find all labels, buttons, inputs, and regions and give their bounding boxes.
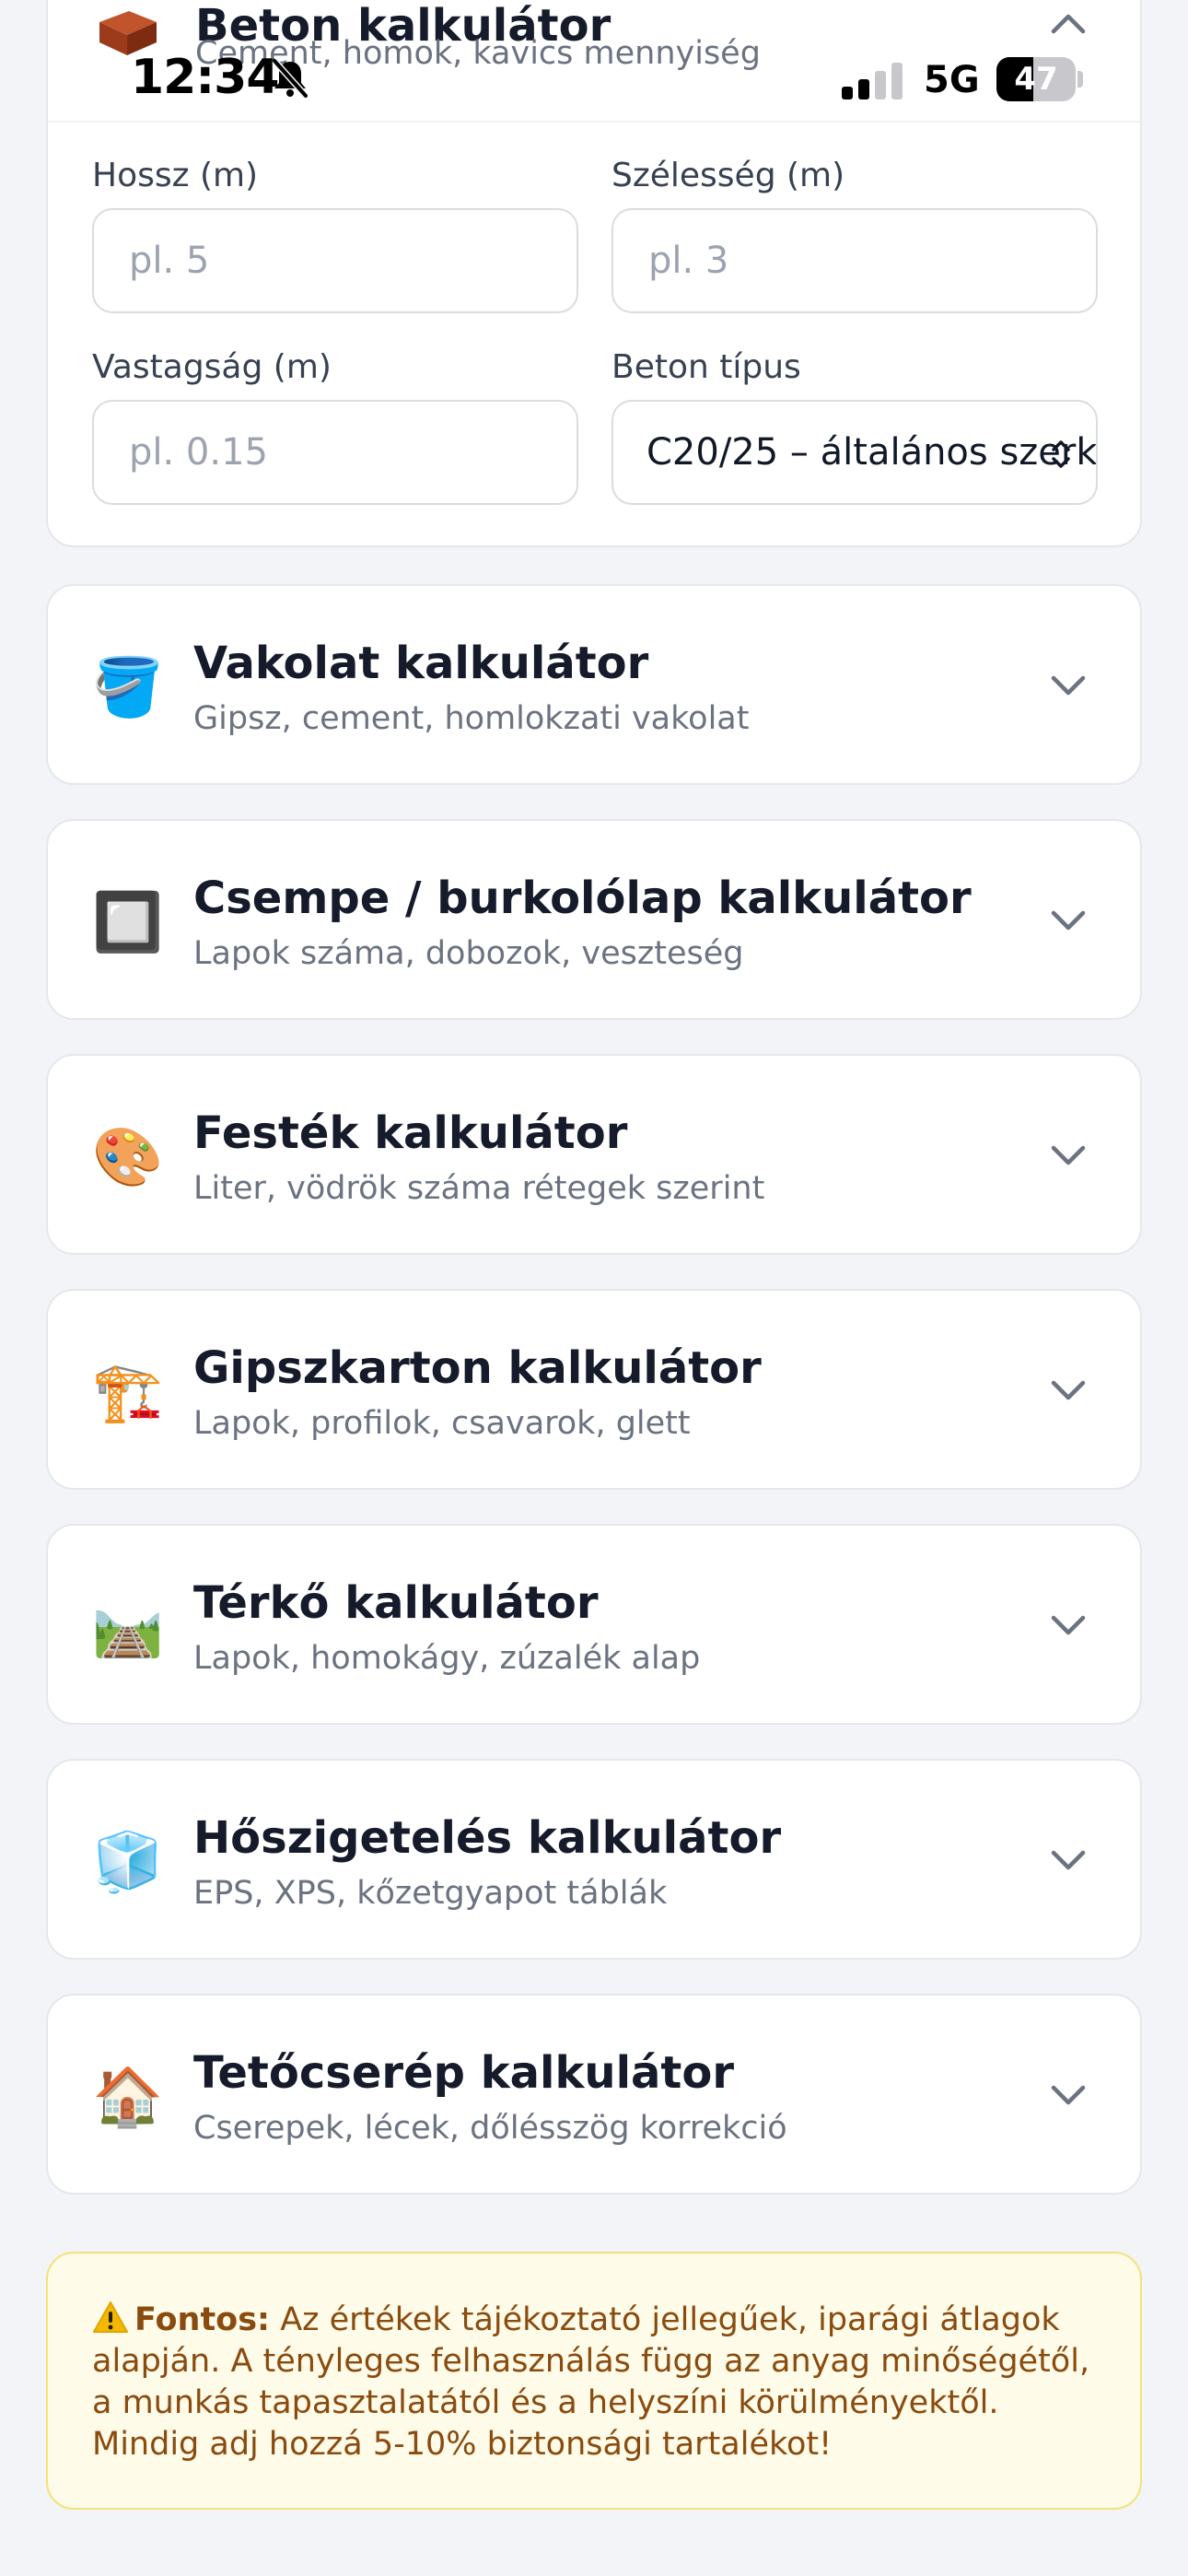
chevron-down-icon[interactable] <box>1046 669 1090 702</box>
network-type: 5G <box>924 59 980 101</box>
calculator-subtitle: EPS, XPS, kőzetgyapot táblák <box>193 1875 668 1912</box>
calculator-title: Tetőcserép kalkulátor <box>193 2047 735 2099</box>
calculator-title: Csempe / burkolólap kalkulátor <box>193 872 972 924</box>
calculator-card[interactable]: 🏠 Tetőcserép kalkulátor Cserepek, lécek, d… <box>46 1994 1142 2195</box>
width-label: Szélesség (m) <box>611 157 845 194</box>
thickness-label: Vastagság (m) <box>92 348 332 386</box>
calculator-title: Vakolat kalkulátor <box>193 638 649 689</box>
length-label: Hossz (m) <box>92 157 259 194</box>
chevron-down-icon[interactable] <box>1046 1374 1090 1407</box>
warning-label: Fontos: <box>134 2301 271 2338</box>
house-icon: 🏠 <box>92 2063 164 2130</box>
chevron-down-icon[interactable] <box>1046 2078 1090 2112</box>
calculator-card[interactable]: 🪣 Vakolat kalkulátor Gipsz, cement, homlok… <box>46 584 1142 785</box>
warning-note: Fontos: Az értékek tájékoztató jellegűek… <box>46 2252 1142 2510</box>
calculator-subtitle: Cserepek, lécek, dőlésszög korrekció <box>193 2110 787 2147</box>
battery-level: 47 <box>1014 61 1058 98</box>
concrete-type-value: C20/25 – általános szerkezeti <box>646 431 1097 474</box>
status-bar: 12:34 5G 47 <box>0 0 1188 120</box>
status-time: 12:34 <box>131 50 280 105</box>
bucket-icon: 🪣 <box>92 653 164 720</box>
calculator-subtitle: Liter, vödrök száma rétegek szerint <box>193 1170 765 1207</box>
railway-track-icon: 🛤️ <box>92 1593 164 1660</box>
calculator-title: Hőszigetelés kalkulátor <box>193 1812 782 1864</box>
calculator-title: Festék kalkulátor <box>193 1107 628 1159</box>
ice-cube-icon: 🧊 <box>92 1828 164 1895</box>
chevron-down-icon[interactable] <box>1046 904 1090 937</box>
chevron-down-icon[interactable] <box>1046 1844 1090 1877</box>
calculator-subtitle: Lapok, homokágy, zúzalék alap <box>193 1640 701 1677</box>
calculator-title: Gipszkarton kalkulátor <box>193 1342 762 1394</box>
select-updown-icon <box>1052 440 1070 468</box>
calculator-subtitle: Lapok, profilok, csavarok, glett <box>193 1405 691 1442</box>
length-input[interactable] <box>92 208 578 313</box>
beton-divider <box>48 121 1140 123</box>
calculator-subtitle: Gipsz, cement, homlokzati vakolat <box>193 700 750 737</box>
concrete-type-select[interactable]: C20/25 – általános szerkezeti <box>611 400 1098 505</box>
concrete-type-label: Beton típus <box>611 348 801 386</box>
battery-icon: 47 <box>996 57 1083 101</box>
chevron-down-icon[interactable] <box>1046 1139 1090 1172</box>
calculator-subtitle: Lapok száma, dobozok, veszteség <box>193 935 744 972</box>
chevron-down-icon[interactable] <box>1046 1609 1090 1642</box>
calculator-card[interactable]: 🛤️ Térkő kalkulátor Lapok, homokágy, zúzal… <box>46 1524 1142 1725</box>
thickness-input[interactable] <box>92 400 578 505</box>
calculator-title: Térkő kalkulátor <box>193 1577 599 1629</box>
palette-icon: 🎨 <box>92 1123 164 1190</box>
calculator-card[interactable]: 🧊 Hőszigetelés kalkulátor EPS, XPS, kőzetg… <box>46 1759 1142 1960</box>
calculator-card[interactable]: 🏗️ Gipszkarton kalkulátor Lapok, profilok,… <box>46 1289 1142 1490</box>
tile-icon: 🔲 <box>92 888 164 955</box>
width-input[interactable] <box>611 208 1098 313</box>
calculator-card[interactable]: 🔲 Csempe / burkolólap kalkulátor Lapok szá… <box>46 819 1142 1020</box>
crane-icon: 🏗️ <box>92 1358 164 1425</box>
signal-icon <box>842 63 903 100</box>
calculator-card[interactable]: 🎨 Festék kalkulátor Liter, vödrök száma ré… <box>46 1054 1142 1255</box>
warning-icon <box>93 2301 128 2333</box>
bell-slash-icon <box>272 58 309 99</box>
